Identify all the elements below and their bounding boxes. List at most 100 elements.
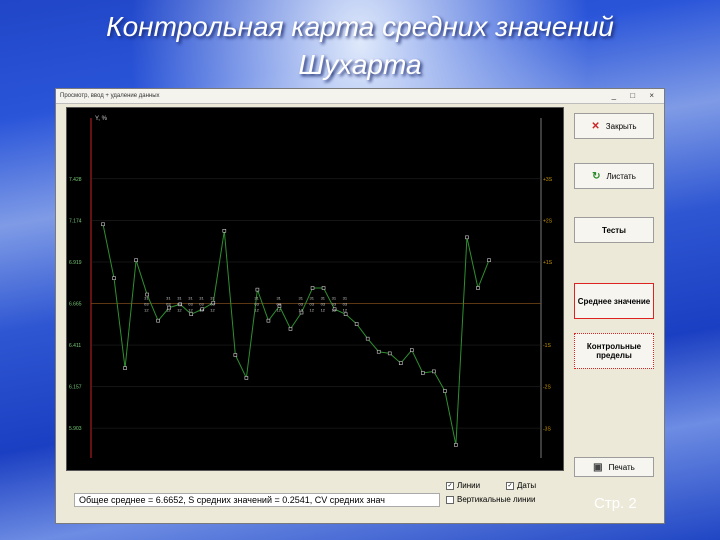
point-label: 03 [310,302,315,307]
data-point [376,349,381,354]
stats-field: Общее среднее = 6.6652, S средних значен… [74,493,440,507]
sigma-label: -3S [543,426,551,432]
y-tick-label: 7.428 [69,177,82,183]
sigma-label: +2S [543,218,553,224]
point-label: 12 [166,308,171,313]
point-label: 31 [188,296,193,301]
dates-checkbox-box[interactable]: ✓ [506,481,514,490]
point-label: 31 [210,296,215,301]
options-panel: Общее среднее = 6.6652, S средних значен… [66,481,562,523]
point-label: 03 [199,302,204,307]
point-label: 03 [166,302,171,307]
close-button[interactable]: ✕ Закрыть [574,113,654,139]
close-button-label: Закрыть [605,121,637,131]
point-label: 12 [177,308,182,313]
point-label: 31 [166,296,171,301]
point-label: 12 [310,308,315,313]
window-title: Просмотр, ввод + удаление данных [60,93,160,99]
close-icon: ✕ [591,120,600,132]
data-point [387,351,392,356]
tests-button[interactable]: Тесты [574,217,654,243]
printer-icon: ▣ [593,461,603,473]
dates-checkbox[interactable]: ✓ Даты [506,481,536,490]
data-point [421,371,425,375]
window-controls[interactable]: _ □ × [612,89,660,103]
tests-button-label: Тесты [601,225,627,235]
point-label: 03 [254,302,259,307]
data-point [365,336,370,341]
data-point [443,389,447,393]
lines-checkbox-box[interactable]: ✓ [446,481,454,490]
data-point [465,235,469,240]
data-point [288,327,293,331]
point-label: 31 [276,296,281,301]
point-label: 12 [299,308,304,313]
data-point [222,228,227,233]
sigma-label: -1S [543,343,551,349]
mean-button-label: Среднее значение [577,296,651,306]
point-label: 12 [188,308,193,313]
y-tick-label: 6.411 [69,343,81,349]
page-button-label: Листать [606,171,636,181]
vertical-lines-checkbox[interactable]: Вертикальные линии [446,495,535,504]
page-button[interactable]: ↻ Листать [574,163,654,189]
point-label: 12 [254,308,259,313]
point-label: 31 [254,296,259,301]
data-point [321,286,326,290]
limits-button-label: Контрольные пределы [586,342,642,360]
point-label: 03 [321,302,326,307]
close-window-icon[interactable]: × [649,91,660,100]
print-button[interactable]: ▣ Печать [574,457,654,477]
lines-label: Линии [457,481,481,490]
point-label: 12 [199,308,204,313]
y-tick-label: 7.174 [69,218,82,224]
data-point [409,348,414,352]
point-label: 31 [299,296,304,301]
y-tick-label: 6.919 [69,260,82,266]
point-label: 31 [199,296,204,301]
print-button-label: Печать [608,462,635,472]
point-label: 31 [332,296,337,301]
app-window: Просмотр, ввод + удаление данных _ □ × Y… [55,88,665,524]
point-label: 12 [332,308,337,313]
data-point [454,443,458,447]
point-label: 03 [144,302,149,307]
chart-svg: Y, % 7.428 7.174 6.919 6.665 6.411 6.157 5.903 +… [69,116,553,458]
point-label: 03 [343,302,348,307]
data-point [112,276,116,280]
sigma-label: -2S [543,385,551,391]
vertical-lines-label: Вертикальные линии [457,495,536,504]
slide-title-line2: Шухарта [298,49,422,80]
vertical-lines-checkbox-box[interactable] [446,495,454,504]
data-point [156,318,160,323]
data-point [487,258,491,263]
point-label: 03 [276,302,281,307]
data-point [189,312,194,316]
point-label: 03 [210,302,215,307]
minimize-icon[interactable]: _ [612,91,622,100]
point-label: 03 [332,302,337,307]
point-label: 12 [210,308,215,313]
point-label: 31 [144,296,149,301]
sigma-label: +3S [543,177,553,183]
point-label: 03 [177,302,182,307]
point-label: 12 [343,308,348,313]
data-point [244,376,249,380]
point-label: 12 [321,308,326,313]
data-point [343,312,348,316]
mean-button[interactable]: Среднее значение [574,283,654,319]
slide-title-line1: Контрольная карта средних значений [106,11,614,42]
window-titlebar: Просмотр, ввод + удаление данных _ □ × [56,89,664,104]
point-label: 03 [188,302,193,307]
dates-label: Даты [517,481,537,490]
point-label: 31 [321,296,326,301]
lines-checkbox[interactable]: ✓ Линии [446,481,480,490]
maximize-icon[interactable]: □ [630,91,641,100]
limits-button[interactable]: Контрольные пределы [574,333,654,369]
y-tick-label: 6.157 [69,385,82,391]
y-tick-label: 6.665 [69,302,82,308]
point-label: 31 [310,296,315,301]
data-point [398,361,403,365]
data-point [354,322,359,326]
slide-title: Контрольная карта средних значений Шухар… [0,8,720,84]
